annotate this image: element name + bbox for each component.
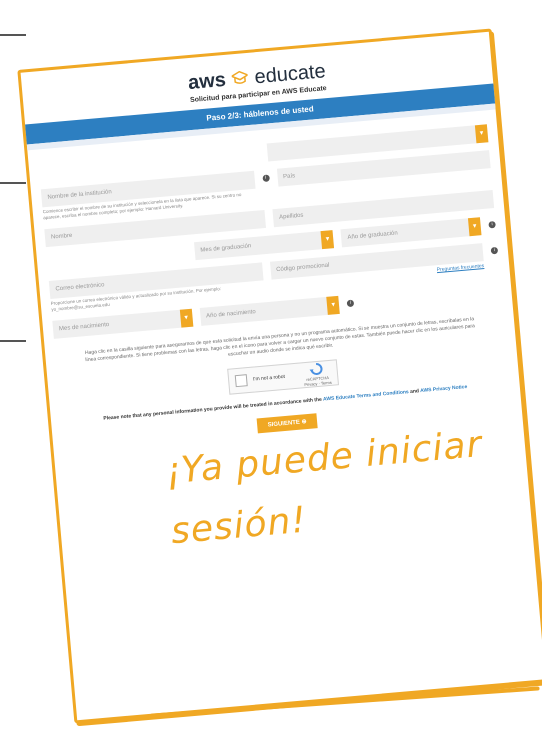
chevron-down-icon[interactable]: ▼ (320, 230, 335, 250)
chevron-down-icon[interactable]: ▼ (179, 308, 194, 328)
birth-year-select[interactable]: Año de nacimiento (199, 295, 341, 326)
chevron-down-icon[interactable]: ▼ (467, 217, 482, 237)
next-button[interactable]: SIGUIENTE ⊕ (257, 413, 318, 434)
notice-and: and (409, 388, 420, 395)
info-icon[interactable]: i (261, 174, 270, 183)
recaptcha-checkbox[interactable] (234, 374, 248, 388)
info-icon[interactable]: i (346, 299, 355, 308)
next-button-label: SIGUIENTE (267, 419, 301, 429)
application-form: ▼ Nombre de la institución Comience escr… (27, 109, 522, 451)
margin-dash-1 (0, 34, 26, 36)
recaptcha-logo-icon: reCAPTCHA Privacy · Terms (303, 361, 332, 387)
arrow-right-icon: ⊕ (301, 419, 307, 426)
privacy-link[interactable]: AWS Privacy Notice (420, 384, 468, 394)
birth-month-select[interactable]: Mes de nacimiento (52, 308, 194, 339)
info-icon[interactable]: i (490, 246, 499, 255)
application-card: aws educate Solicitud para participar en… (17, 28, 542, 724)
graduation-cap-icon (230, 70, 250, 90)
recaptcha-widget[interactable]: I'm not a robot reCAPTCHA Privacy · Term… (227, 359, 340, 395)
chevron-down-icon[interactable]: ▼ (326, 295, 341, 315)
terms-link[interactable]: AWS Educate Terms and Conditions (323, 389, 409, 402)
grad-year-select[interactable]: Año de graduación (340, 217, 482, 248)
grad-month-select[interactable]: Mes de graduación (193, 230, 335, 261)
recaptcha-label: I'm not a robot (252, 373, 286, 383)
logo-educate-text: educate (253, 60, 327, 89)
chevron-down-icon[interactable]: ▼ (474, 124, 489, 144)
logo-aws-text: aws (187, 68, 227, 95)
handwritten-line-2: sesión! (169, 499, 309, 553)
margin-dash-3 (0, 340, 26, 342)
info-icon[interactable]: i (488, 220, 496, 229)
margin-dash-2 (0, 182, 26, 184)
